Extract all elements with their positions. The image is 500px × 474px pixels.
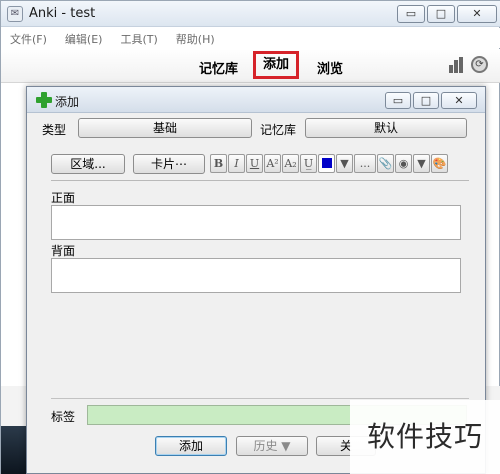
deck-button[interactable]: 默认 — [305, 118, 467, 138]
text-color-button[interactable] — [318, 154, 335, 173]
front-field-editor[interactable] — [51, 205, 461, 240]
stats-icon[interactable] — [449, 57, 465, 73]
dialog-titlebar: 添加 ▭ □ ✕ — [27, 87, 485, 113]
main-titlebar: ✉ Anki - test ▭ □ ✕ — [1, 1, 500, 27]
dialog-window-controls: ▭ □ ✕ — [385, 92, 477, 109]
window-title: Anki - test — [29, 6, 96, 21]
main-toolbar: 记忆库 添加 浏览 — [1, 49, 500, 83]
html-editor-icon[interactable]: 🎨 — [431, 154, 448, 173]
tags-separator — [51, 398, 469, 399]
window-controls: ▭ □ ✕ — [397, 5, 497, 23]
menu-tools[interactable]: 工具(T) — [111, 28, 166, 48]
toolbar-separator — [51, 180, 469, 181]
back-field-label: 背面 — [51, 244, 76, 258]
more-dropdown-icon[interactable]: ▼ — [413, 154, 430, 173]
add-button[interactable]: 添加 — [155, 436, 227, 456]
watermark-text: 软件技巧 — [350, 400, 500, 474]
back-field-editor[interactable] — [51, 258, 461, 293]
superscript-button[interactable]: A² — [264, 154, 281, 173]
note-type-button[interactable]: 基础 — [78, 118, 252, 138]
underline-button[interactable]: U — [246, 154, 263, 173]
desktop-background — [1, 426, 27, 474]
dialog-maximize-button[interactable]: □ — [413, 92, 439, 109]
add-link[interactable]: 添加 — [253, 51, 299, 79]
color-swatch-icon — [321, 158, 332, 168]
minimize-button[interactable]: ▭ — [397, 5, 425, 23]
decks-link[interactable]: 记忆库 — [199, 58, 238, 77]
add-plus-icon — [36, 92, 52, 108]
browse-link[interactable]: 浏览 — [317, 58, 343, 77]
dialog-close-button[interactable]: ✕ — [441, 92, 477, 109]
color-dropdown-icon[interactable]: ▼ — [336, 154, 353, 173]
menubar: 文件(F) 编辑(E) 工具(T) 帮助(H) — [1, 28, 500, 48]
formatting-toolbar: B I U A² A₂ U̲ ▼ ... 📎 ◉ ▼ 🎨 — [210, 154, 460, 174]
menu-file[interactable]: 文件(F) — [1, 28, 56, 48]
tags-label: 标签 — [51, 410, 76, 424]
record-icon[interactable]: ◉ — [395, 154, 412, 173]
front-field-label: 正面 — [51, 191, 76, 205]
app-icon: ✉ — [7, 6, 23, 22]
sync-icon[interactable]: ⟳ — [471, 56, 488, 73]
menu-edit[interactable]: 编辑(E) — [56, 28, 112, 48]
fields-button[interactable]: 区域... — [51, 154, 125, 174]
deck-label: 记忆库 — [260, 123, 297, 137]
history-button[interactable]: 历史 ▼ — [236, 436, 308, 456]
attach-icon[interactable]: 📎 — [377, 154, 394, 173]
dialog-minimize-button[interactable]: ▭ — [385, 92, 411, 109]
dialog-title: 添加 — [55, 95, 80, 109]
cards-button[interactable]: 卡片⋯ — [133, 154, 205, 174]
bold-button[interactable]: B — [210, 154, 227, 173]
cloze-button[interactable]: ... — [354, 154, 376, 173]
menu-help[interactable]: 帮助(H) — [167, 28, 224, 48]
subscript-button[interactable]: A₂ — [282, 154, 299, 173]
type-label: 类型 — [42, 123, 67, 137]
close-button[interactable]: ✕ — [457, 5, 497, 23]
maximize-button[interactable]: □ — [427, 5, 455, 23]
italic-button[interactable]: I — [228, 154, 245, 173]
clear-format-button[interactable]: U̲ — [300, 154, 317, 173]
